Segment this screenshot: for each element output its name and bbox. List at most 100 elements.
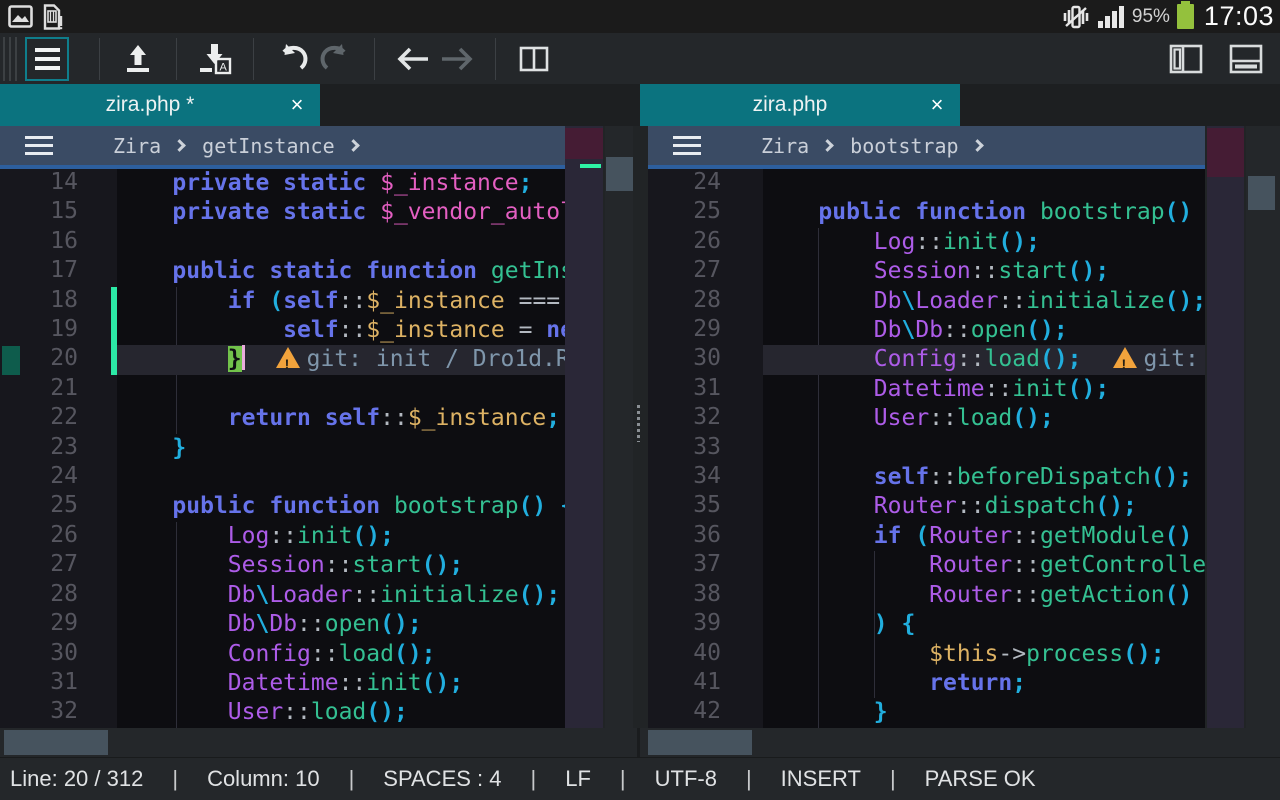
android-status-bar: 95% 17:03: [0, 0, 1280, 33]
code-line[interactable]: 21: [0, 375, 565, 404]
pane-divider-handle[interactable]: [637, 405, 640, 442]
line-number: 24: [648, 169, 763, 198]
split-vertical-button[interactable]: [1164, 37, 1208, 81]
close-icon[interactable]: ×: [274, 92, 320, 118]
line-number: 30: [0, 640, 117, 669]
code-line[interactable]: 29 Db\Db::open();: [648, 316, 1205, 345]
code-line[interactable]: 30 Config::load();: [0, 640, 565, 669]
line-number: 18: [0, 287, 117, 316]
code-line[interactable]: 31 Datetime::init();: [0, 669, 565, 698]
line-number: 28: [0, 581, 117, 610]
code-line[interactable]: 26 Log::init();: [0, 522, 565, 551]
git-change-bar: [111, 287, 117, 375]
code-line[interactable]: 39 ) {: [648, 610, 1205, 639]
toolbar-separator: [176, 38, 177, 80]
editor-toolbar: A: [0, 33, 1280, 84]
code-line-text: Log::init();: [117, 522, 565, 551]
clock: 17:03: [1201, 1, 1274, 32]
tab-right-zira-php[interactable]: zira.php ×: [640, 84, 960, 126]
line-number: 27: [648, 257, 763, 286]
code-editor-right[interactable]: 2425 public function bootstrap() {26 Log…: [648, 169, 1205, 728]
upload-icon: [121, 43, 155, 75]
code-line[interactable]: 34 self::beforeDispatch();: [648, 463, 1205, 492]
code-line[interactable]: 24: [0, 463, 565, 492]
status-input-mode: INSERT: [781, 766, 861, 792]
code-line[interactable]: 32 User::load();: [0, 698, 565, 727]
menu-button[interactable]: [25, 37, 69, 81]
code-line[interactable]: 18 if (self::$_instance ===: [0, 287, 565, 316]
code-line[interactable]: 15 private static $_vendor_autoload;: [0, 198, 565, 227]
breadcrumb-item-class[interactable]: Zira: [107, 134, 167, 158]
status-parse-result: PARSE OK: [925, 766, 1036, 792]
vertical-scrollbar[interactable]: [1246, 126, 1280, 728]
code-line[interactable]: 25 public function bootstrap() {: [648, 198, 1205, 227]
overview-marker-green: [580, 164, 601, 168]
redo-button[interactable]: [314, 37, 358, 81]
code-line[interactable]: 24: [648, 169, 1205, 198]
overview-marker-maroon: [1207, 128, 1244, 177]
code-line[interactable]: 29 Db\Db::open();: [0, 610, 565, 639]
code-line[interactable]: 23 }: [0, 434, 565, 463]
code-line[interactable]: 31 Datetime::init();: [648, 375, 1205, 404]
save-as-button[interactable]: A: [193, 37, 237, 81]
horizontal-scrollbar-row: [0, 728, 1280, 757]
code-line[interactable]: 40 $this->process();: [648, 640, 1205, 669]
code-line[interactable]: 35 Router::dispatch();: [648, 492, 1205, 521]
scrollbar-thumb[interactable]: [1248, 176, 1275, 210]
code-line[interactable]: 22 return self::$_instance;: [0, 404, 565, 433]
code-line[interactable]: 28 Db\Loader::initialize();: [648, 287, 1205, 316]
pane-divider: [637, 728, 640, 757]
navigate-forward-button[interactable]: [435, 37, 479, 81]
code-line[interactable]: 37 Router::getController: [648, 551, 1205, 580]
code-line[interactable]: 32 User::load();: [648, 404, 1205, 433]
tab-left-zira-php[interactable]: zira.php * ×: [0, 84, 320, 126]
code-line-text: self::beforeDispatch();: [763, 463, 1205, 492]
column-layout-button[interactable]: [512, 37, 556, 81]
line-number: 24: [0, 463, 117, 492]
code-line[interactable]: 36 if (Router::getModule() ==: [648, 522, 1205, 551]
overview-ruler: [1207, 126, 1244, 728]
close-icon[interactable]: ×: [914, 92, 960, 118]
code-line-text: if (self::$_instance ===: [117, 287, 565, 316]
navigate-back-button[interactable]: [391, 37, 435, 81]
undo-icon: [274, 43, 310, 75]
code-line[interactable]: 27 Session::start();: [0, 551, 565, 580]
breadcrumb-menu-icon[interactable]: [673, 136, 701, 155]
breadcrumb-item-class[interactable]: Zira: [755, 134, 815, 158]
code-editor-left[interactable]: 14 private static $_instance;15 private …: [0, 169, 565, 728]
text-cursor: [242, 345, 245, 370]
vibrate-mode-icon: [1062, 5, 1090, 29]
code-line[interactable]: 26 Log::init();: [648, 228, 1205, 257]
code-line[interactable]: 42 }: [648, 698, 1205, 727]
line-number: 27: [0, 551, 117, 580]
status-separator: |: [890, 766, 896, 792]
code-line[interactable]: 17 public static function getInstance() …: [0, 257, 565, 286]
code-line[interactable]: 27 Session::start();: [648, 257, 1205, 286]
code-line[interactable]: 33: [648, 434, 1205, 463]
code-line[interactable]: 19 self::$_instance = new: [0, 316, 565, 345]
code-line[interactable]: 38 Router::getAction() ==: [648, 581, 1205, 610]
vertical-scrollbar[interactable]: [605, 126, 633, 728]
code-line-text: [117, 463, 565, 492]
open-file-button[interactable]: [116, 37, 160, 81]
breadcrumb-item-method[interactable]: getInstance: [196, 134, 340, 158]
toolbar-grip-handle[interactable]: [3, 37, 17, 81]
line-number: 28: [648, 287, 763, 316]
code-line[interactable]: 30 Config::load();git: init / Dro1d.Ru: [648, 345, 1205, 374]
line-number: 26: [648, 228, 763, 257]
line-number: 16: [0, 228, 117, 257]
code-line[interactable]: 25 public function bootstrap() {: [0, 492, 565, 521]
breadcrumb-item-method[interactable]: bootstrap: [844, 134, 964, 158]
breadcrumb-menu-icon[interactable]: [25, 136, 53, 155]
line-number: 15: [0, 198, 117, 227]
scrollbar-thumb[interactable]: [4, 730, 108, 755]
scrollbar-thumb[interactable]: [648, 730, 752, 755]
code-line[interactable]: 28 Db\Loader::initialize();: [0, 581, 565, 610]
code-line[interactable]: 41 return;: [648, 669, 1205, 698]
undo-button[interactable]: [270, 37, 314, 81]
scrollbar-thumb[interactable]: [606, 157, 633, 191]
code-line[interactable]: 14 private static $_instance;: [0, 169, 565, 198]
code-line[interactable]: 16: [0, 228, 565, 257]
split-horizontal-button[interactable]: [1224, 37, 1268, 81]
code-line[interactable]: 20 }git: init / Dro1d.Ru: [0, 345, 565, 374]
